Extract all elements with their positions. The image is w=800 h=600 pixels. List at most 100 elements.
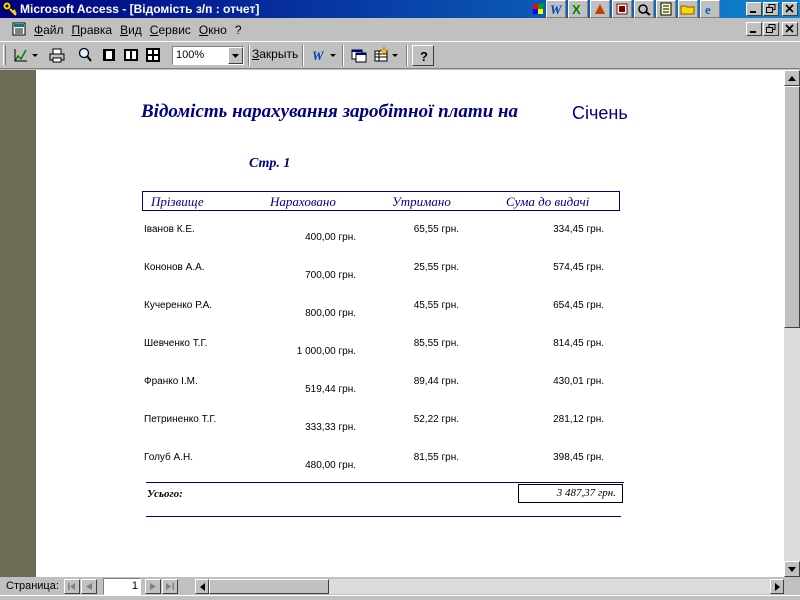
row-payout: 281,12 грн. bbox=[553, 414, 604, 425]
window-controls bbox=[745, 2, 798, 16]
notepad-icon[interactable] bbox=[656, 0, 676, 18]
restore-icon[interactable] bbox=[763, 2, 779, 16]
row-payout: 334,45 грн. bbox=[553, 224, 604, 235]
toolbar-separator bbox=[342, 45, 344, 66]
next-page-icon[interactable] bbox=[145, 579, 161, 594]
total-value: 3 487,37 грн. bbox=[518, 484, 623, 503]
row-accrued: 700,00 грн. bbox=[305, 270, 356, 281]
report-page-number: Стр. 1 bbox=[249, 156, 291, 171]
access-key-icon[interactable] bbox=[2, 1, 18, 17]
zoom-dropdown-icon[interactable] bbox=[228, 47, 243, 64]
row-accrued: 800,00 грн. bbox=[305, 308, 356, 319]
binder-icon[interactable] bbox=[634, 0, 654, 18]
row-accrued: 333,33 грн. bbox=[305, 422, 356, 433]
scroll-up-icon[interactable] bbox=[784, 70, 800, 86]
row-accrued: 1 000,00 грн. bbox=[296, 346, 356, 357]
row-payout: 398,45 грн. bbox=[553, 452, 604, 463]
menu-view[interactable]: Вид bbox=[120, 23, 142, 37]
row-surname: Петриненко Т.Г. bbox=[144, 414, 217, 425]
toolbar-separator bbox=[248, 45, 250, 66]
design-view-icon[interactable] bbox=[10, 45, 32, 66]
menu-edit[interactable]: Правка bbox=[72, 23, 113, 37]
row-withheld: 85,55 грн. bbox=[413, 338, 459, 349]
one-page-icon[interactable] bbox=[98, 45, 120, 66]
internet-explorer-icon[interactable]: e bbox=[700, 0, 720, 18]
toolbar-separator bbox=[302, 45, 304, 66]
preview-left-margin bbox=[0, 70, 36, 577]
multiple-pages-icon[interactable] bbox=[142, 45, 164, 66]
row-accrued: 519,44 грн. bbox=[305, 384, 356, 395]
row-payout: 654,45 грн. bbox=[553, 300, 604, 311]
row-surname: Шевченко Т.Г. bbox=[144, 338, 208, 349]
window-bottom-edge bbox=[0, 595, 800, 600]
database-window-icon[interactable] bbox=[348, 45, 370, 66]
open-folder-icon[interactable] bbox=[678, 0, 698, 18]
report-title: Відомість нарахування заробітної плати н… bbox=[141, 101, 519, 122]
toolbar-separator bbox=[406, 45, 408, 66]
office-links-dropdown-icon[interactable] bbox=[328, 45, 340, 66]
office-logo-icon[interactable] bbox=[532, 0, 544, 18]
close-preview-button[interactable]: Закрыть bbox=[252, 47, 298, 61]
row-withheld: 45,55 грн. bbox=[413, 300, 459, 311]
zoom-value: 100% bbox=[176, 49, 205, 61]
report-doc-icon[interactable] bbox=[12, 22, 26, 36]
vertical-scrollbar[interactable] bbox=[784, 70, 800, 577]
menu-window[interactable]: Окно bbox=[199, 23, 227, 37]
row-withheld: 52,22 грн. bbox=[413, 414, 459, 425]
row-payout: 814,45 грн. bbox=[553, 338, 604, 349]
row-withheld: 89,44 грн. bbox=[413, 376, 459, 387]
vertical-scroll-thumb[interactable] bbox=[784, 86, 800, 328]
horizontal-scrollbar[interactable] bbox=[195, 579, 784, 594]
office-links-icon[interactable]: W bbox=[308, 45, 330, 66]
page-number-input[interactable]: 1 bbox=[103, 578, 141, 595]
report-month: Січень bbox=[572, 103, 628, 123]
magnifier-icon[interactable] bbox=[74, 45, 96, 66]
horizontal-scroll-thumb[interactable] bbox=[209, 579, 329, 594]
svg-text:e: e bbox=[705, 2, 711, 16]
scroll-right-icon[interactable] bbox=[770, 579, 784, 594]
row-surname: Франко І.М. bbox=[144, 376, 198, 387]
menu-help[interactable]: ? bbox=[235, 23, 242, 37]
first-page-icon[interactable] bbox=[64, 579, 80, 594]
window-title: Microsoft Access - [Відомість з/п : отче… bbox=[20, 2, 260, 16]
last-page-icon[interactable] bbox=[162, 579, 178, 594]
row-withheld: 81,55 грн. bbox=[413, 452, 459, 463]
toolbar-grip[interactable] bbox=[3, 45, 6, 65]
powerpoint-icon[interactable] bbox=[590, 0, 610, 18]
zoom-select[interactable]: 100% bbox=[172, 46, 244, 65]
row-surname: Кучеренко Р.А. bbox=[144, 300, 213, 311]
view-dropdown-icon[interactable] bbox=[30, 45, 42, 66]
doc-restore-icon[interactable] bbox=[763, 22, 779, 36]
row-surname: Голуб А.Н. bbox=[144, 452, 193, 463]
new-object-icon[interactable] bbox=[370, 45, 392, 66]
minimize-icon[interactable] bbox=[746, 2, 762, 16]
menu-tools[interactable]: Сервис bbox=[150, 23, 191, 37]
two-pages-icon[interactable] bbox=[120, 45, 142, 66]
excel-icon[interactable]: X bbox=[568, 0, 588, 18]
scroll-down-icon[interactable] bbox=[784, 561, 800, 577]
row-payout: 574,45 грн. bbox=[553, 262, 604, 273]
close-icon[interactable] bbox=[782, 2, 798, 16]
word-icon[interactable]: W bbox=[546, 0, 566, 18]
scroll-left-icon[interactable] bbox=[195, 579, 209, 594]
row-accrued: 400,00 грн. bbox=[305, 232, 356, 243]
header-withheld: Утримано bbox=[392, 194, 451, 209]
row-withheld: 25,55 грн. bbox=[413, 262, 459, 273]
row-withheld: 65,55 грн. bbox=[413, 224, 459, 235]
access-icon[interactable] bbox=[612, 0, 632, 18]
doc-close-icon[interactable] bbox=[782, 22, 798, 36]
header-accrued: Нараховано bbox=[270, 194, 336, 209]
total-top-line bbox=[146, 482, 624, 483]
svg-text:W: W bbox=[550, 2, 563, 16]
help-icon[interactable]: ? bbox=[412, 45, 434, 66]
print-icon[interactable] bbox=[46, 45, 68, 66]
previous-page-icon[interactable] bbox=[81, 579, 97, 594]
svg-text:X: X bbox=[572, 2, 581, 16]
new-object-dropdown-icon[interactable] bbox=[390, 45, 402, 66]
menu-file[interactable]: Файл bbox=[34, 23, 64, 37]
doc-minimize-icon[interactable] bbox=[746, 22, 762, 36]
menu-bar: Файл Правка Вид Сервис Окно ? bbox=[0, 20, 800, 40]
svg-text:W: W bbox=[312, 48, 325, 63]
header-surname: Прізвище bbox=[151, 194, 204, 209]
report-page[interactable]: Відомість нарахування заробітної плати н… bbox=[36, 70, 784, 577]
